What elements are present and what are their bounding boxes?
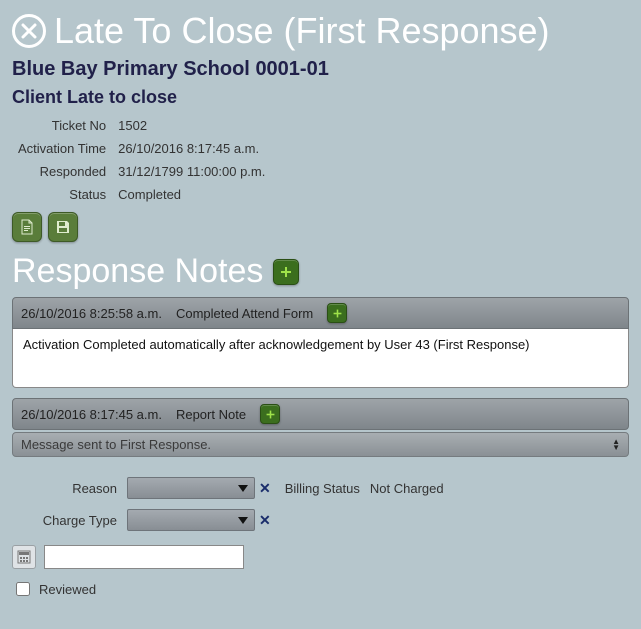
page-title: Late To Close (First Response) [54, 10, 550, 52]
billing-status-label: Billing Status [285, 481, 360, 496]
charge-type-label: Charge Type [12, 513, 127, 528]
note-type: Completed Attend Form [176, 306, 313, 321]
response-notes-title: Response Notes [12, 252, 263, 291]
reviewed-checkbox[interactable] [16, 582, 30, 596]
charge-type-dropdown[interactable] [127, 509, 255, 531]
note-action-icon[interactable] [260, 404, 280, 424]
note-collapsed-row[interactable]: Message sent to First Response. ▲▼ [12, 432, 629, 457]
note-body-textarea[interactable]: Activation Completed automatically after… [12, 329, 629, 388]
note-collapsed-message: Message sent to First Response. [21, 437, 211, 452]
note-timestamp: 26/10/2016 8:25:58 a.m. [21, 306, 162, 321]
charge-type-clear-button[interactable]: ✕ [259, 512, 271, 529]
reason-clear-button[interactable]: ✕ [259, 480, 271, 497]
activation-time-value: 26/10/2016 8:17:45 a.m. [112, 137, 271, 160]
note-header[interactable]: 26/10/2016 8:25:58 a.m. Completed Attend… [12, 297, 629, 329]
note-item: 26/10/2016 8:17:45 a.m. Report Note [12, 398, 629, 430]
status-label: Status [12, 183, 112, 206]
note-item: 26/10/2016 8:25:58 a.m. Completed Attend… [12, 297, 629, 388]
ticket-no-label: Ticket No [12, 114, 112, 137]
chevron-down-icon [238, 517, 248, 524]
note-type: Report Note [176, 407, 246, 422]
stepper-icon[interactable]: ▲▼ [612, 439, 620, 451]
client-code: 0001-01 [255, 58, 328, 81]
reason-label: Reason [12, 481, 127, 496]
responded-value: 31/12/1799 11:00:00 p.m. [112, 160, 271, 183]
activation-time-label: Activation Time [12, 137, 112, 160]
calculator-button[interactable] [12, 545, 36, 569]
details-table: Ticket No 1502 Activation Time 26/10/201… [12, 114, 271, 206]
save-button[interactable] [48, 212, 78, 242]
chevron-down-icon [238, 485, 248, 492]
add-note-button[interactable] [273, 259, 299, 285]
document-button[interactable] [12, 212, 42, 242]
note-timestamp: 26/10/2016 8:17:45 a.m. [21, 407, 162, 422]
client-name: Blue Bay Primary School [12, 58, 250, 81]
client-description: Client Late to close [12, 83, 629, 114]
ticket-no-value: 1502 [112, 114, 271, 137]
close-icon[interactable] [12, 14, 46, 48]
reason-dropdown[interactable] [127, 477, 255, 499]
reviewed-label: Reviewed [39, 582, 96, 597]
note-header[interactable]: 26/10/2016 8:17:45 a.m. Report Note [12, 398, 629, 430]
note-action-icon[interactable] [327, 303, 347, 323]
responded-label: Responded [12, 160, 112, 183]
status-value: Completed [112, 183, 271, 206]
billing-status-value: Not Charged [370, 481, 444, 496]
calc-input[interactable] [44, 545, 244, 569]
reviewed-checkbox-row: Reviewed [12, 579, 629, 599]
